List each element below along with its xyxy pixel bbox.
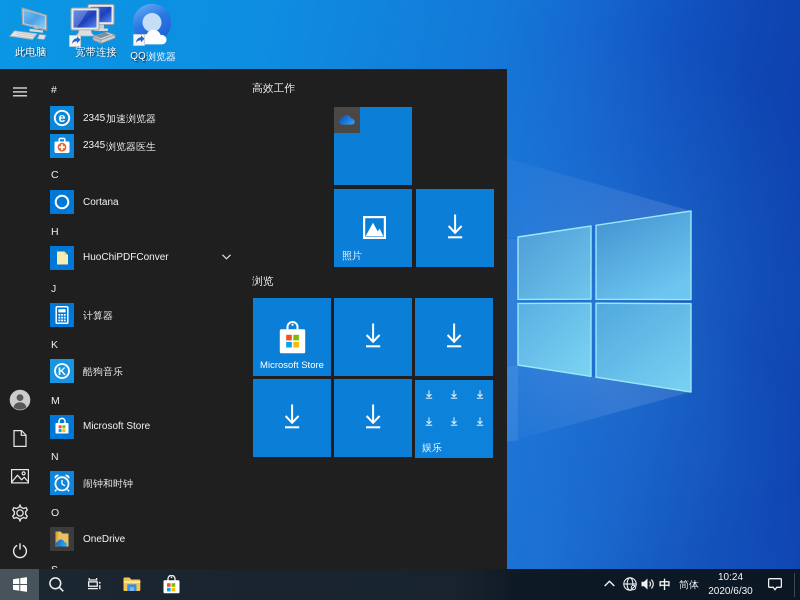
svg-text:K: K [58, 366, 66, 378]
svg-text:e: e [59, 111, 66, 125]
